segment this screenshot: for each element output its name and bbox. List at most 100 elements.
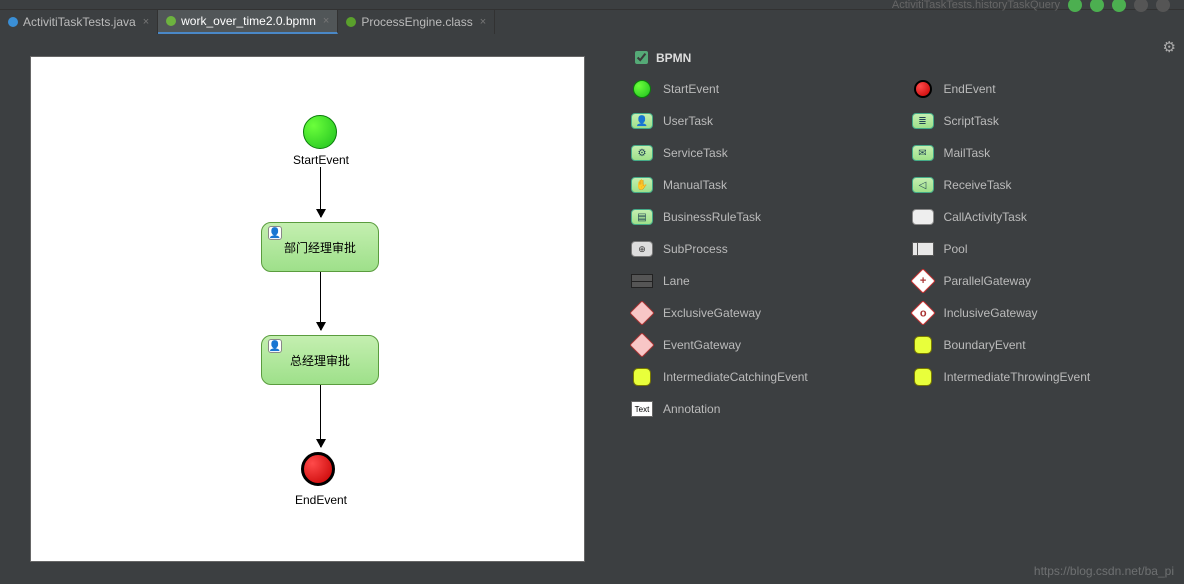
task-icon: ⚙ (631, 143, 653, 163)
coverage-icon[interactable] (1112, 0, 1126, 12)
user-task-1[interactable]: 👤 部门经理审批 (261, 222, 379, 272)
palette-item-label: BusinessRuleTask (663, 210, 761, 224)
palette-item-intermediatethrowingevent[interactable]: IntermediateThrowingEvent (908, 361, 1179, 393)
palette-item-label: BoundaryEvent (944, 338, 1026, 352)
palette-item-label: EndEvent (944, 82, 996, 96)
close-icon[interactable]: × (323, 15, 329, 27)
subprocess-icon: ⊕ (631, 239, 653, 259)
palette-item-endevent[interactable]: EndEvent (908, 73, 1179, 105)
gear-icon[interactable]: ⚙ (1163, 38, 1176, 56)
tab-label: ProcessEngine.class (361, 15, 472, 29)
task-icon: ◁ (912, 175, 934, 195)
palette-item-label: ServiceTask (663, 146, 728, 160)
palette-item-businessruletask[interactable]: ▤ BusinessRuleTask (627, 201, 898, 233)
tab-processengine-class[interactable]: ProcessEngine.class × (338, 10, 495, 34)
task-icon: ✋ (631, 175, 653, 195)
end-event-label: EndEvent (289, 493, 353, 507)
palette-toggle-checkbox[interactable] (635, 51, 648, 64)
bpmn-canvas[interactable]: StartEvent 👤 部门经理审批 👤 总经理审批 EndEvent (30, 56, 585, 562)
task-icon: ≣ (912, 111, 934, 131)
palette-item-parallelgateway[interactable]: +ParallelGateway (908, 265, 1179, 297)
palette-item-boundaryevent[interactable]: BoundaryEvent (908, 329, 1179, 361)
palette-item-pool[interactable]: Pool (908, 233, 1179, 265)
palette-header[interactable]: BPMN (627, 42, 1178, 73)
event-icon (631, 367, 653, 387)
sequence-flow-1[interactable] (320, 167, 321, 217)
palette-item-label: IntermediateCatchingEvent (663, 370, 808, 384)
palette-item-usertask[interactable]: 👤 UserTask (627, 105, 898, 137)
diagram-editor: StartEvent 👤 部门经理审批 👤 总经理审批 EndEvent (0, 34, 615, 584)
palette-item-label: InclusiveGateway (944, 306, 1038, 320)
call-activity-icon (912, 207, 934, 227)
end-event-node[interactable] (301, 452, 335, 486)
palette-item-label: Lane (663, 274, 690, 288)
watermark: https://blog.csdn.net/ba_pi (1034, 564, 1174, 578)
palette-item-annotation[interactable]: Text Annotation (627, 393, 898, 425)
palette-item-label: IntermediateThrowingEvent (944, 370, 1091, 384)
palette-item-label: Pool (944, 242, 968, 256)
gateway-icon: o (912, 303, 934, 323)
sequence-flow-2[interactable] (320, 272, 321, 330)
lane-icon (631, 271, 653, 291)
palette-item-lane[interactable]: Lane (627, 265, 898, 297)
palette-item-subprocess[interactable]: ⊕ SubProcess (627, 233, 898, 265)
palette-item-exclusivegateway[interactable]: ExclusiveGateway (627, 297, 898, 329)
palette-item-eventgateway[interactable]: EventGateway (627, 329, 898, 361)
user-icon: 👤 (268, 226, 282, 240)
pool-icon (912, 239, 934, 259)
close-icon[interactable]: × (143, 16, 149, 28)
palette-item-label: StartEvent (663, 82, 719, 96)
palette-item-intermediatecatchingevent[interactable]: IntermediateCatchingEvent (627, 361, 898, 393)
user-icon: 👤 (268, 339, 282, 353)
file-icon (346, 17, 356, 27)
palette-item-label: ScriptTask (944, 114, 999, 128)
more-icon[interactable] (1156, 0, 1170, 12)
run-icon[interactable] (1068, 0, 1082, 12)
file-icon (166, 16, 176, 26)
tab-work-over-time2-0-bpmn[interactable]: work_over_time2.0.bpmn × (158, 10, 338, 34)
palette-item-label: ManualTask (663, 178, 727, 192)
event-icon (912, 335, 934, 355)
start-event-label: StartEvent (283, 153, 359, 167)
palette-item-label: MailTask (944, 146, 991, 160)
palette-item-callactivitytask[interactable]: CallActivityTask (908, 201, 1179, 233)
start-event-node[interactable] (303, 115, 337, 149)
gateway-icon: + (912, 271, 934, 291)
palette-item-label: ReceiveTask (944, 178, 1012, 192)
debug-icon[interactable] (1090, 0, 1104, 12)
sequence-flow-3[interactable] (320, 385, 321, 447)
palette-item-label: CallActivityTask (944, 210, 1027, 224)
gateway-icon (631, 335, 653, 355)
palette-item-mailtask[interactable]: ✉ MailTask (908, 137, 1179, 169)
start-event-icon (631, 79, 653, 99)
main-area: StartEvent 👤 部门经理审批 👤 总经理审批 EndEvent ⚙ B… (0, 34, 1184, 584)
palette-item-startevent[interactable]: StartEvent (627, 73, 898, 105)
palette-item-label: Annotation (663, 402, 720, 416)
palette-item-label: EventGateway (663, 338, 741, 352)
palette-item-label: ExclusiveGateway (663, 306, 761, 320)
dropdown-label[interactable]: ActivitiTaskTests.historyTaskQuery (892, 0, 1060, 11)
task-1-label: 部门经理审批 (284, 239, 356, 256)
task-icon: 👤 (631, 111, 653, 131)
palette-title: BPMN (656, 51, 691, 65)
palette-item-inclusivegateway[interactable]: o InclusiveGateway (908, 297, 1179, 329)
tab-label: ActivitiTaskTests.java (23, 15, 136, 29)
editor-tabs: ActivitiTaskTests.java×work_over_time2.0… (0, 10, 1184, 34)
tab-label: work_over_time2.0.bpmn (181, 14, 316, 28)
top-toolbar: ActivitiTaskTests.historyTaskQuery (0, 0, 1184, 10)
palette-item-manualtask[interactable]: ✋ ManualTask (627, 169, 898, 201)
palette-item-label: SubProcess (663, 242, 728, 256)
palette-item-receivetask[interactable]: ◁ ReceiveTask (908, 169, 1179, 201)
task-icon: ▤ (631, 207, 653, 227)
palette-item-label: UserTask (663, 114, 713, 128)
user-task-2[interactable]: 👤 总经理审批 (261, 335, 379, 385)
tab-activititasktests-java[interactable]: ActivitiTaskTests.java × (0, 10, 158, 34)
palette-item-servicetask[interactable]: ⚙ ServiceTask (627, 137, 898, 169)
palette-item-scripttask[interactable]: ≣ ScriptTask (908, 105, 1179, 137)
task-icon: ✉ (912, 143, 934, 163)
end-event-icon (912, 79, 934, 99)
stop-icon[interactable] (1134, 0, 1148, 12)
bpmn-palette: ⚙ BPMN StartEvent EndEvent 👤 UserTask ≣ Scrip… (615, 34, 1184, 584)
annotation-icon: Text (631, 399, 653, 419)
close-icon[interactable]: × (480, 16, 486, 28)
